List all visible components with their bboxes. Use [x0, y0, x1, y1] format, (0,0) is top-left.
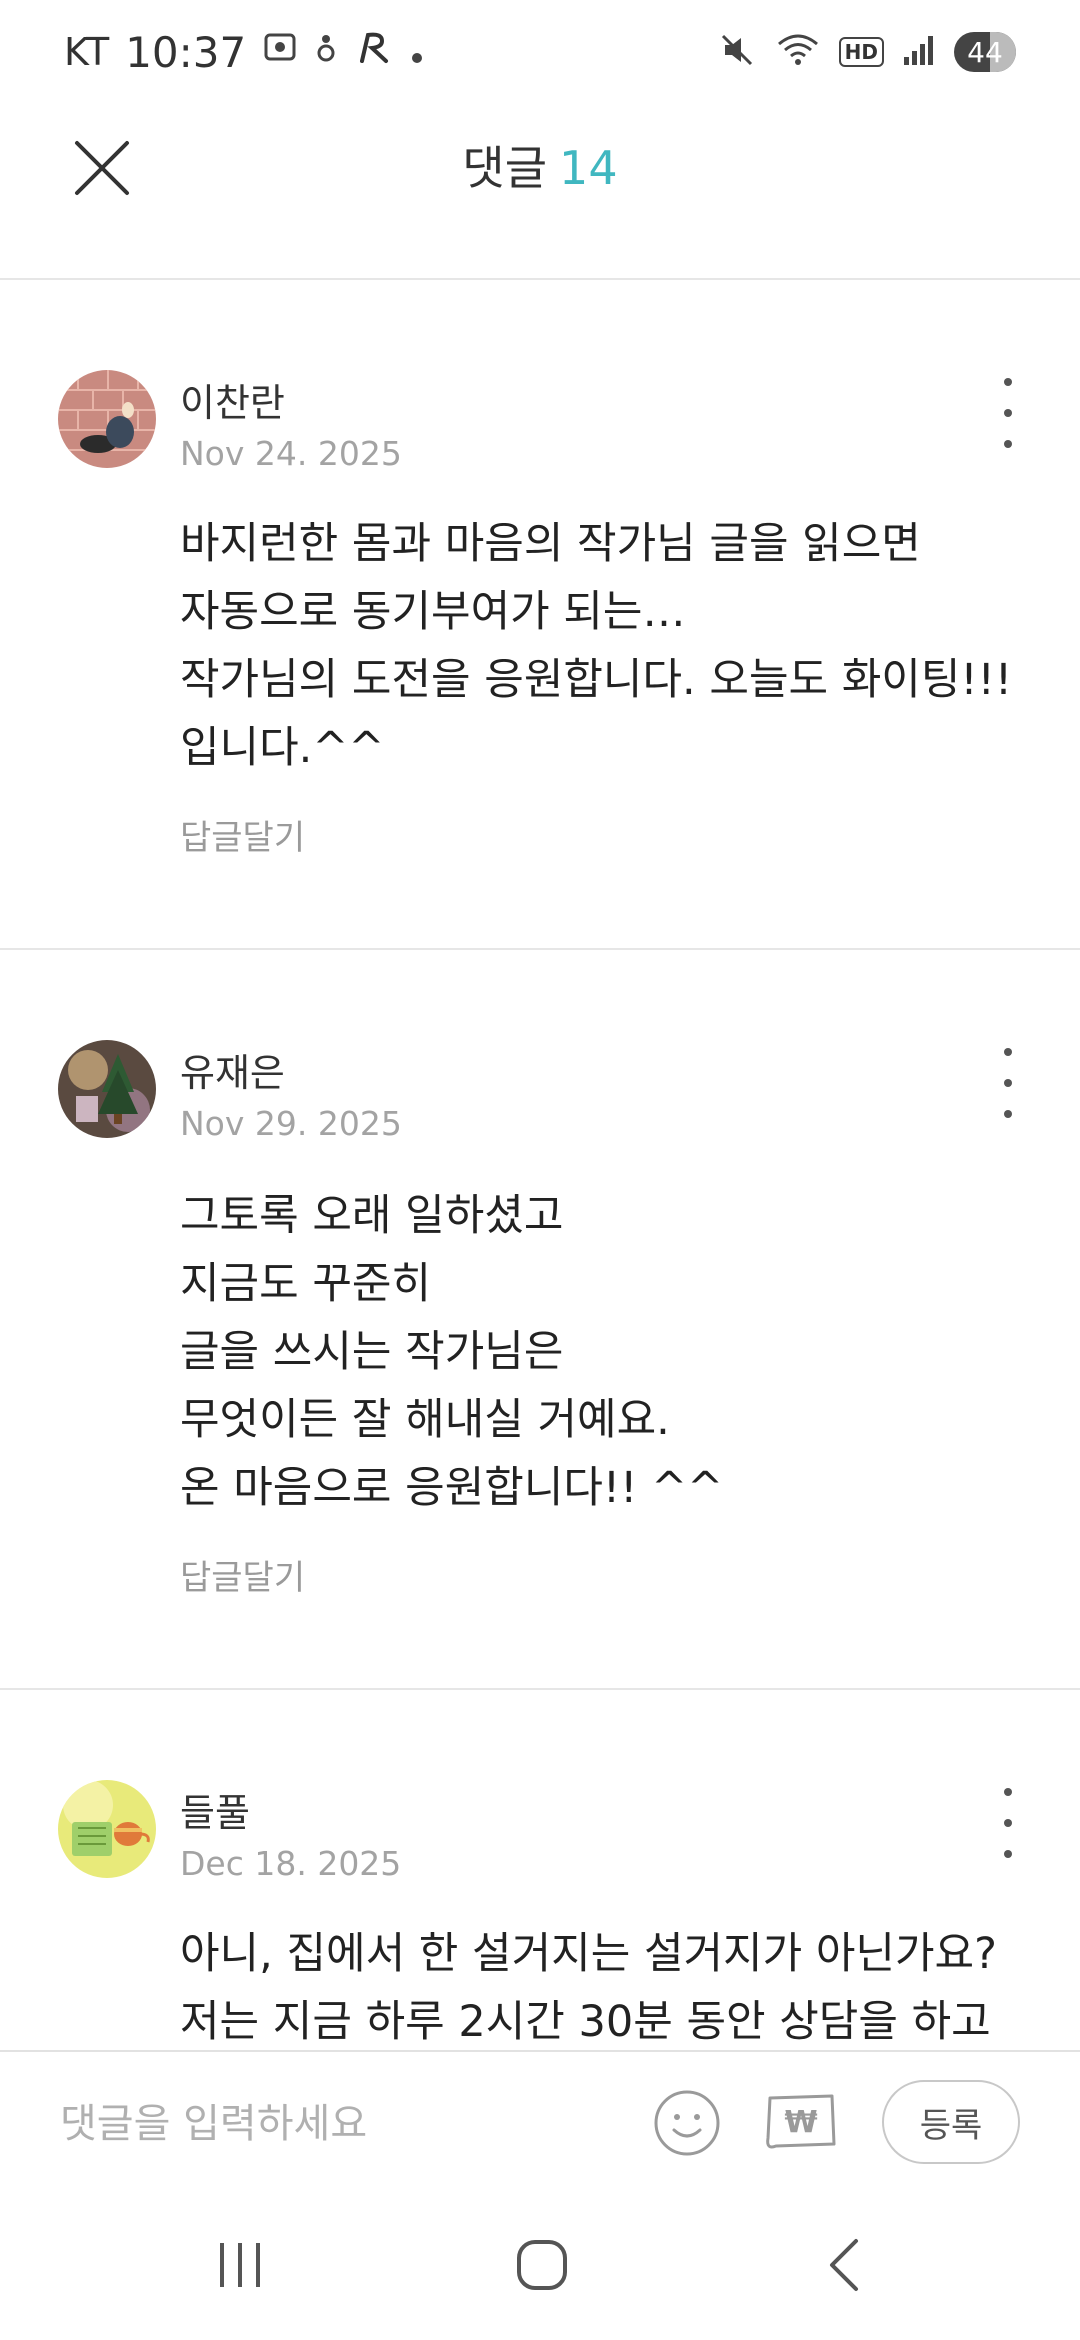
page-title-label: 댓글 — [462, 141, 548, 195]
wifi-icon — [775, 30, 821, 74]
home-button[interactable] — [482, 2225, 602, 2305]
status-bar: KT 10:37 HD 44 — [0, 0, 1080, 104]
header-divider — [0, 232, 1080, 280]
reply-button[interactable]: 답글달기 — [180, 810, 305, 859]
comment-line: 자동으로 동기부여가 되는… — [180, 587, 686, 637]
mute-icon — [717, 30, 757, 74]
comment-line: 무엇이든 잘 해내실 거예요. — [180, 1395, 670, 1445]
dot-icon — [410, 29, 424, 75]
sticker-button[interactable]: ₩ — [762, 2088, 840, 2158]
back-icon — [830, 2239, 858, 2291]
comment-line: 작가님의 도전을 응원합니다. 오늘도 화이팅!!! — [180, 655, 1013, 705]
comment-line: 아니, 집에서 한 설거지는 설거지가 아닌가요? — [180, 1929, 997, 1979]
comment-text: 아니, 집에서 한 설거지는 설거지가 아닌가요? 저는 지금 하루 2시간 3… — [180, 1920, 1030, 2050]
avatar[interactable] — [58, 1780, 156, 1878]
comment-count: 14 — [559, 141, 618, 195]
comment-author[interactable]: 이찬란 — [180, 372, 285, 427]
comment-input[interactable] — [58, 2088, 622, 2160]
avatar[interactable] — [58, 370, 156, 468]
carrier-label: KT — [64, 30, 110, 74]
comment-item: 들풀 Dec 18. 2025 아니, 집에서 한 설거지는 설거지가 아닌가요… — [0, 1690, 1080, 2050]
battery-level: 44 — [967, 35, 1003, 69]
comment-line: 저는 지금 하루 2시간 30분 동안 상담을 하고 — [180, 1997, 991, 2047]
page-title: 댓글 14 — [0, 126, 1080, 210]
system-nav-bar — [0, 2190, 1080, 2340]
r-app-icon — [354, 27, 394, 77]
more-options-button[interactable] — [988, 1048, 1028, 1118]
home-icon — [517, 2240, 567, 2290]
comment-item: 유재은 Nov 29. 2025 그토록 오래 일하셨고 지금도 꾸준히 글을 … — [0, 950, 1080, 1690]
comment-author[interactable]: 유재은 — [180, 1042, 285, 1097]
more-options-button[interactable] — [988, 378, 1028, 448]
comment-input-bar: ₩ 등록 — [0, 2050, 1080, 2192]
screenshot-icon — [262, 29, 298, 75]
more-vertical-icon — [1004, 1048, 1012, 1056]
more-vertical-icon — [1004, 378, 1012, 386]
recent-apps-icon — [220, 2243, 260, 2287]
comment-line: 온 마음으로 응원합니다!! ^^ — [180, 1463, 724, 1513]
comment-date: Nov 24. 2025 — [180, 434, 402, 473]
submit-button[interactable]: 등록 — [882, 2080, 1020, 2164]
comment-text: 그토록 오래 일하셨고 지금도 꾸준히 글을 쓰시는 작가님은 무엇이든 잘 해… — [180, 1182, 1030, 1522]
comments-header: 댓글 14 — [0, 104, 1080, 234]
signal-icon — [902, 33, 936, 71]
back-button[interactable] — [786, 2225, 906, 2305]
more-vertical-icon — [1004, 1788, 1012, 1796]
comment-list: 이찬란 Nov 24. 2025 바지런한 몸과 마음의 작가님 글을 읽으면 … — [0, 280, 1080, 2050]
emoji-icon — [654, 2090, 720, 2156]
comment-line: 바지런한 몸과 마음의 작가님 글을 읽으면 — [180, 519, 921, 569]
comment-text: 바지런한 몸과 마음의 작가님 글을 읽으면 자동으로 동기부여가 되는… 작가… — [180, 510, 1030, 782]
comment-line: 그토록 오래 일하셨고 — [180, 1191, 564, 1241]
comment-date: Nov 29. 2025 — [180, 1104, 402, 1143]
clock: 10:37 — [125, 27, 247, 77]
comment-date: Dec 18. 2025 — [180, 1844, 402, 1883]
svg-text:₩: ₩ — [784, 2105, 817, 2140]
notification-app-icon — [314, 29, 338, 75]
comment-line: 지금도 꾸준히 — [180, 1259, 432, 1309]
avatar[interactable] — [58, 1040, 156, 1138]
comment-author[interactable]: 들풀 — [180, 1782, 250, 1837]
comment-line: 입니다.^^ — [180, 723, 385, 773]
battery-icon: 44 — [954, 32, 1016, 72]
comment-item: 이찬란 Nov 24. 2025 바지런한 몸과 마음의 작가님 글을 읽으면 … — [0, 280, 1080, 950]
sticker-icon: ₩ — [766, 2094, 836, 2149]
status-right: HD 44 — [717, 26, 1016, 78]
status-left: KT 10:37 — [64, 26, 424, 78]
recent-apps-button[interactable] — [180, 2225, 300, 2305]
hd-icon: HD — [838, 37, 884, 67]
more-options-button[interactable] — [988, 1788, 1028, 1858]
comment-line: 글을 쓰시는 작가님은 — [180, 1327, 564, 1377]
reply-button[interactable]: 답글달기 — [180, 1550, 305, 1599]
emoji-button[interactable] — [652, 2088, 722, 2158]
